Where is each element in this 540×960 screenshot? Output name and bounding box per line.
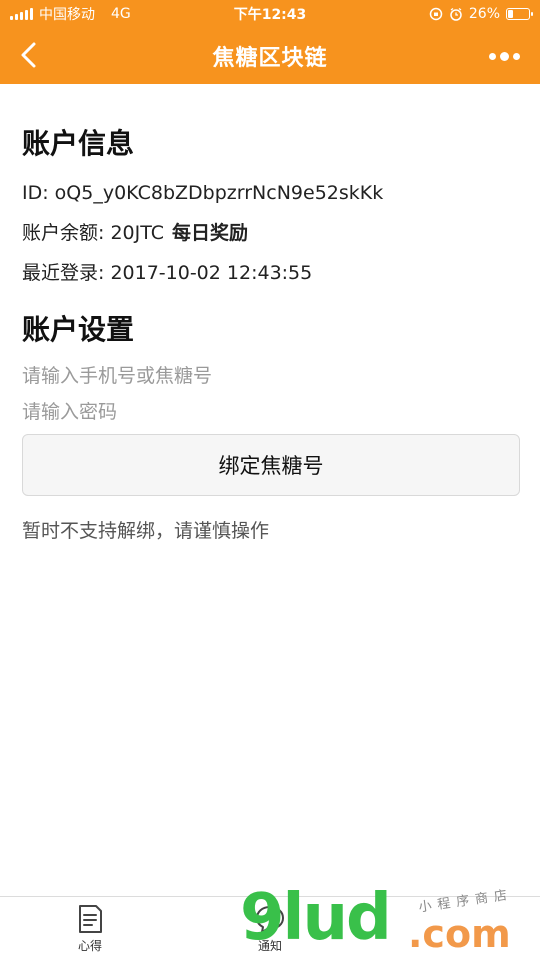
alarm-icon	[450, 7, 462, 21]
status-left: 中国移动 4G	[10, 4, 131, 24]
battery-percent: 26%	[468, 6, 500, 22]
navigation-bar: 焦糖区块链	[0, 28, 540, 84]
status-right: 26%	[429, 6, 533, 22]
orientation-lock-icon	[429, 7, 443, 21]
account-settings-title: 账户设置	[22, 313, 135, 346]
network-type: 4G	[111, 6, 131, 22]
account-balance-line: 账户余额: 20JTC 每日奖励	[22, 220, 520, 246]
tab-placeholder	[360, 897, 540, 960]
carrier-name: 中国移动	[39, 7, 95, 23]
tab-notes-label: 心得	[77, 939, 102, 953]
main-content: 账户信息 ID: oQ5_y0KC8bZDbpzrrNcN9e52skKk 账户…	[22, 84, 520, 543]
tab-notifications[interactable]: 通知	[180, 897, 360, 960]
password-input[interactable]	[22, 398, 520, 426]
chat-bubble-icon	[256, 906, 284, 933]
account-info-title: 账户信息	[22, 127, 135, 160]
back-button[interactable]	[14, 40, 44, 70]
dot-icon	[512, 52, 520, 60]
tab-bar: 心得 通知	[0, 896, 540, 960]
chevron-left-icon	[21, 42, 36, 68]
more-options-button[interactable]	[484, 44, 524, 68]
account-id: ID: oQ5_y0KC8bZDbpzrrNcN9e52skKk	[22, 182, 384, 204]
page-title: 焦糖区块链	[212, 46, 328, 71]
phone-or-id-input[interactable]	[22, 362, 520, 390]
tab-notes[interactable]: 心得	[0, 897, 180, 960]
status-bar: 中国移动 4G 下午12:43 26%	[0, 0, 540, 28]
bind-account-button[interactable]: 绑定焦糖号	[22, 434, 520, 496]
tab-notifications-label: 通知	[257, 939, 282, 953]
account-balance: 账户余额: 20JTC	[22, 222, 164, 244]
dot-icon	[488, 52, 496, 60]
signal-strength-icon	[10, 8, 33, 20]
daily-reward-link[interactable]: 每日奖励	[172, 222, 248, 244]
unbind-warning-note: 暂时不支持解绑，请谨慎操作	[22, 520, 270, 542]
dot-icon	[499, 51, 509, 61]
battery-fill	[508, 10, 513, 18]
last-login: 最近登录: 2017-10-02 12:43:55	[22, 262, 313, 284]
battery-icon	[506, 8, 533, 20]
document-icon	[79, 905, 102, 933]
